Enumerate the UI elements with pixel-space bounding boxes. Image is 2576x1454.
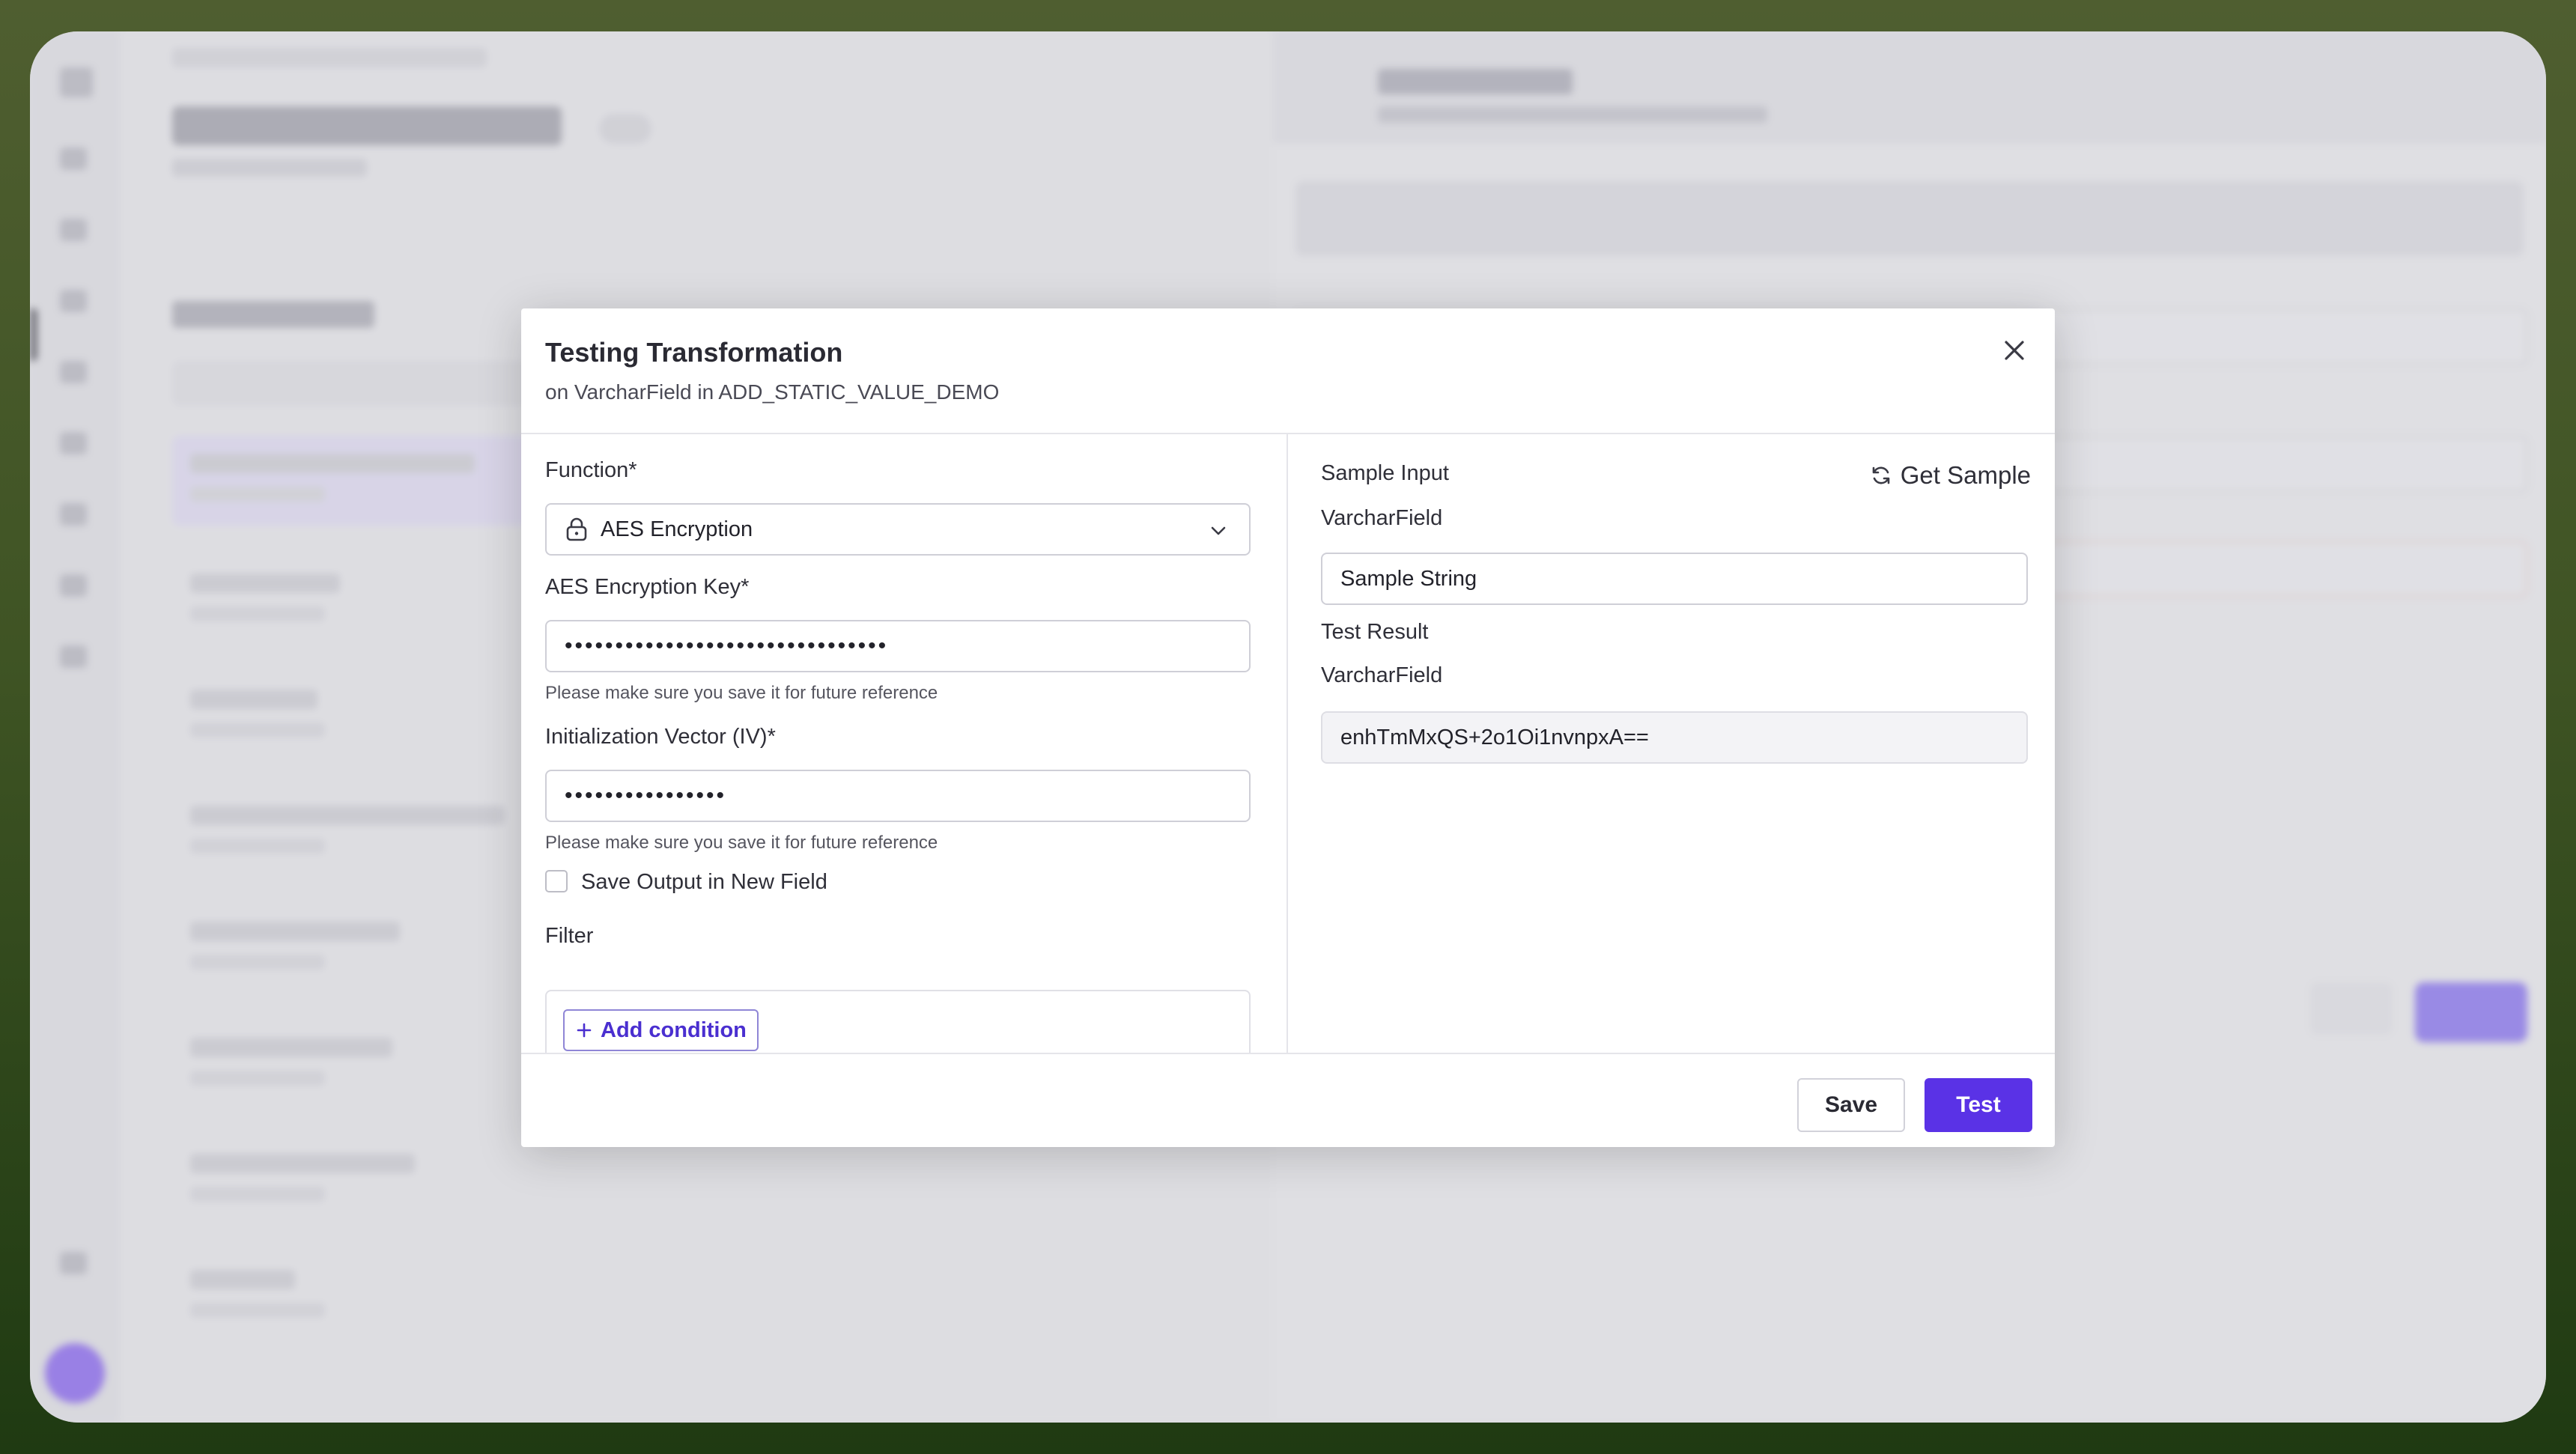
test-button[interactable]: Test [1925, 1078, 2032, 1132]
function-select-value: AES Encryption [601, 517, 753, 541]
sample-test-panel: Sample Input Get Sample VarcharField Sam… [1288, 434, 2055, 1053]
sample-input-field-label: VarcharField [1321, 506, 1443, 530]
save-button[interactable]: Save [1797, 1078, 1905, 1132]
aes-key-input[interactable]: •••••••••••••••••••••••••••••••• [545, 620, 1251, 672]
plus-icon [577, 1023, 592, 1038]
iv-label: Initialization Vector (IV)* [545, 725, 776, 749]
refresh-icon [1872, 466, 1890, 484]
dialog-header: Testing Transformation on VarcharField i… [521, 308, 2055, 434]
lock-icon [565, 517, 589, 542]
sample-input-field[interactable]: Sample String [1321, 553, 2028, 605]
add-condition-label: Add condition [601, 1018, 747, 1042]
aes-key-help-text: Please make sure you save it for future … [545, 683, 938, 703]
filter-label: Filter [545, 924, 594, 948]
function-label: Function* [545, 458, 637, 482]
dialog-body: Function* AES Encryption AES Encryption [521, 434, 2055, 1053]
iv-help-text: Please make sure you save it for future … [545, 833, 938, 853]
sample-input-heading: Sample Input [1321, 461, 1449, 485]
get-sample-label: Get Sample [1900, 461, 2031, 489]
save-output-label[interactable]: Save Output in New Field [581, 870, 827, 895]
aes-key-label: AES Encryption Key* [545, 575, 750, 599]
close-button[interactable] [1995, 331, 2034, 370]
dialog-footer: Save Test [521, 1053, 2055, 1147]
iv-input[interactable]: •••••••••••••••• [545, 770, 1251, 822]
testing-transformation-dialog: Testing Transformation on VarcharField i… [521, 308, 2055, 1147]
dialog-subtitle: on VarcharField in ADD_STATIC_VALUE_DEMO [545, 380, 1000, 404]
dialog-title: Testing Transformation [545, 337, 843, 368]
test-result-field[interactable]: enhTmMxQS+2o1Oi1nvnpxA== [1321, 711, 2028, 764]
save-output-checkbox[interactable] [545, 870, 568, 892]
chevron-down-icon [1209, 521, 1228, 541]
get-sample-button[interactable]: Get Sample [1869, 461, 2031, 490]
close-icon [2005, 341, 2024, 360]
test-result-field-label: VarcharField [1321, 663, 1443, 687]
test-result-heading: Test Result [1321, 620, 1429, 644]
function-select[interactable]: AES Encryption [545, 503, 1251, 556]
add-condition-button[interactable]: Add condition [563, 1009, 759, 1051]
transformation-config-panel: Function* AES Encryption AES Encryption [521, 434, 1288, 1053]
